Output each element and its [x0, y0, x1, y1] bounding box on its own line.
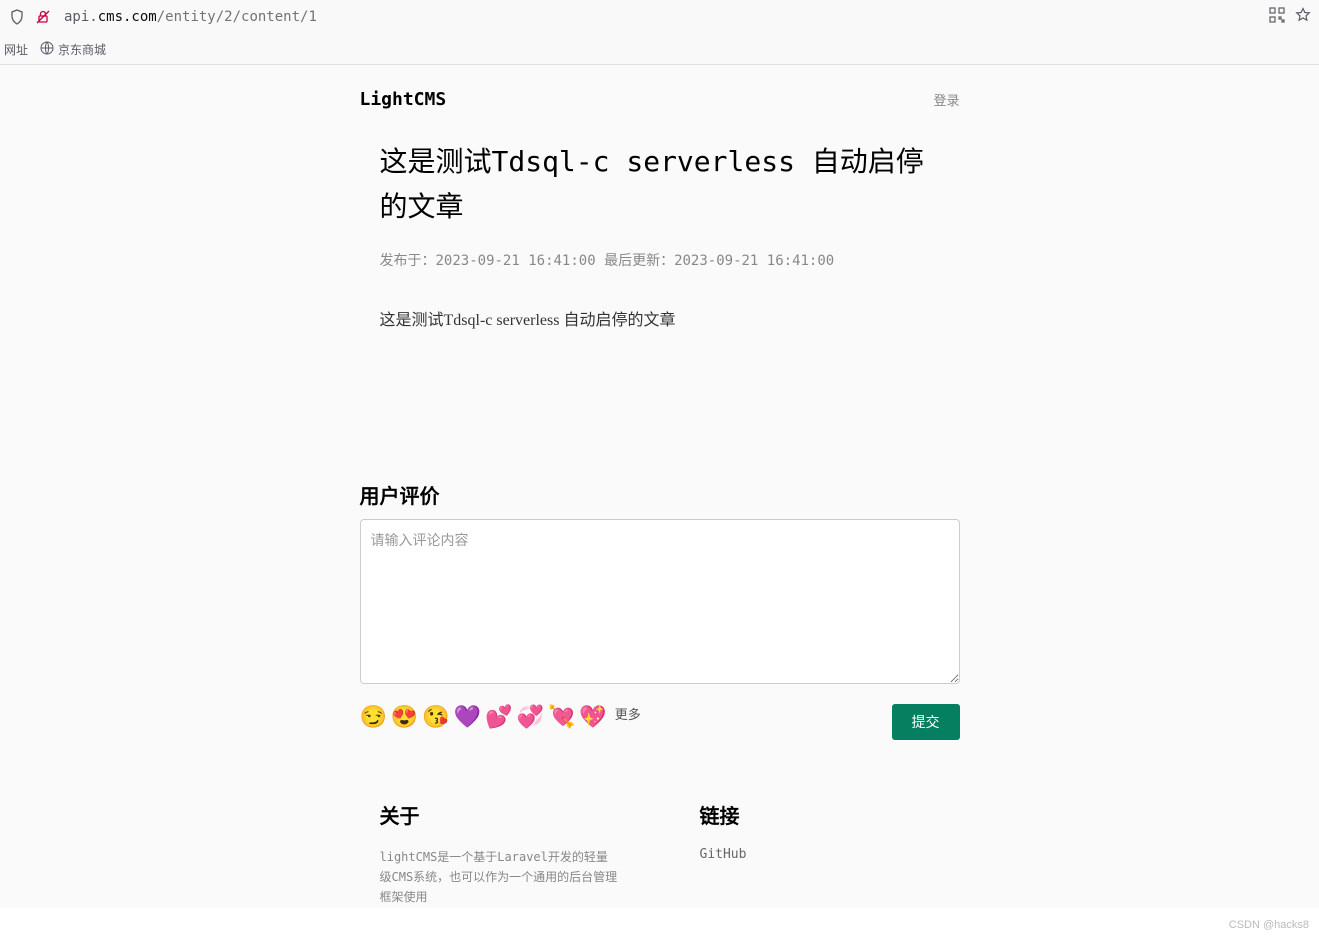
comment-input[interactable]: [360, 519, 960, 684]
bookmark-item-1[interactable]: 网址: [4, 41, 28, 58]
watermark: CSDN @hacks8: [1229, 919, 1309, 931]
url-path: /entity/2/content/1: [157, 9, 317, 25]
qr-icon[interactable]: [1269, 7, 1285, 28]
emoji-heart-arrow[interactable]: 💘: [548, 704, 575, 730]
emoji-purple-heart[interactable]: 💜: [454, 704, 481, 730]
shield-icon[interactable]: [8, 8, 26, 26]
comments-section: 用户评价 😏 😍 😘 💜 💕 💞 💘 💖 更多 提交: [360, 480, 960, 770]
bookmark-label: 京东商城: [58, 41, 106, 58]
bookmark-item-2[interactable]: 京东商城: [40, 41, 106, 58]
address-right-icons: [1269, 7, 1311, 28]
url-prefix: api.: [64, 9, 98, 25]
footer-about: 关于 lightCMS是一个基于Laravel开发的轻量级CMS系统，也可以作为…: [380, 800, 620, 908]
emoji-smirk[interactable]: 😏: [360, 704, 387, 730]
submit-button[interactable]: 提交: [892, 704, 960, 740]
browser-chrome: api.cms.com/entity/2/content/1 网址 京东商城: [0, 0, 1319, 65]
article: 这是测试Tdsql-c serverless 自动启停的文章 发布于：2023-…: [360, 130, 960, 330]
emoji-more-link[interactable]: 更多: [615, 704, 641, 723]
url-domain: cms.com: [98, 9, 157, 25]
page-body: LightCMS 登录 这是测试Tdsql-c serverless 自动启停的…: [0, 65, 1319, 908]
emoji-row: 😏 😍 😘 💜 💕 💞 💘 💖 更多: [360, 704, 641, 730]
emoji-sparkle-heart[interactable]: 💖: [579, 704, 606, 730]
footer-links: 链接 GitHub: [700, 800, 940, 908]
lock-insecure-icon[interactable]: [34, 8, 52, 26]
star-icon[interactable]: [1295, 7, 1311, 28]
footer: 关于 lightCMS是一个基于Laravel开发的轻量级CMS系统，也可以作为…: [360, 770, 960, 908]
footer-about-title: 关于: [380, 800, 620, 829]
bookmark-bar: 网址 京东商城: [0, 34, 1319, 64]
article-content: 这是测试Tdsql-c serverless 自动启停的文章: [380, 306, 940, 330]
comments-title: 用户评价: [360, 480, 960, 509]
article-meta: 发布于：2023-09-21 16:41:00 最后更新：2023-09-21 …: [380, 250, 940, 270]
footer-about-text: lightCMS是一个基于Laravel开发的轻量级CMS系统，也可以作为一个通…: [380, 847, 620, 908]
emoji-heart-eyes[interactable]: 😍: [391, 704, 418, 730]
footer-link-github[interactable]: GitHub: [700, 847, 940, 862]
globe-icon: [40, 41, 54, 58]
bookmark-label: 网址: [4, 41, 28, 58]
login-link[interactable]: 登录: [933, 90, 959, 109]
url-text[interactable]: api.cms.com/entity/2/content/1: [60, 9, 1269, 25]
content-wrapper: LightCMS 登录 这是测试Tdsql-c serverless 自动启停的…: [360, 65, 960, 908]
comment-actions: 😏 😍 😘 💜 💕 💞 💘 💖 更多 提交: [360, 704, 960, 740]
emoji-revolving-hearts[interactable]: 💞: [517, 704, 544, 730]
footer-links-title: 链接: [700, 800, 940, 829]
address-bar: api.cms.com/entity/2/content/1: [0, 0, 1319, 34]
site-header: LightCMS 登录: [360, 65, 960, 130]
article-title: 这是测试Tdsql-c serverless 自动启停的文章: [380, 140, 940, 230]
emoji-two-hearts[interactable]: 💕: [485, 704, 512, 730]
brand-logo[interactable]: LightCMS: [360, 89, 447, 110]
emoji-kiss[interactable]: 😘: [422, 704, 449, 730]
